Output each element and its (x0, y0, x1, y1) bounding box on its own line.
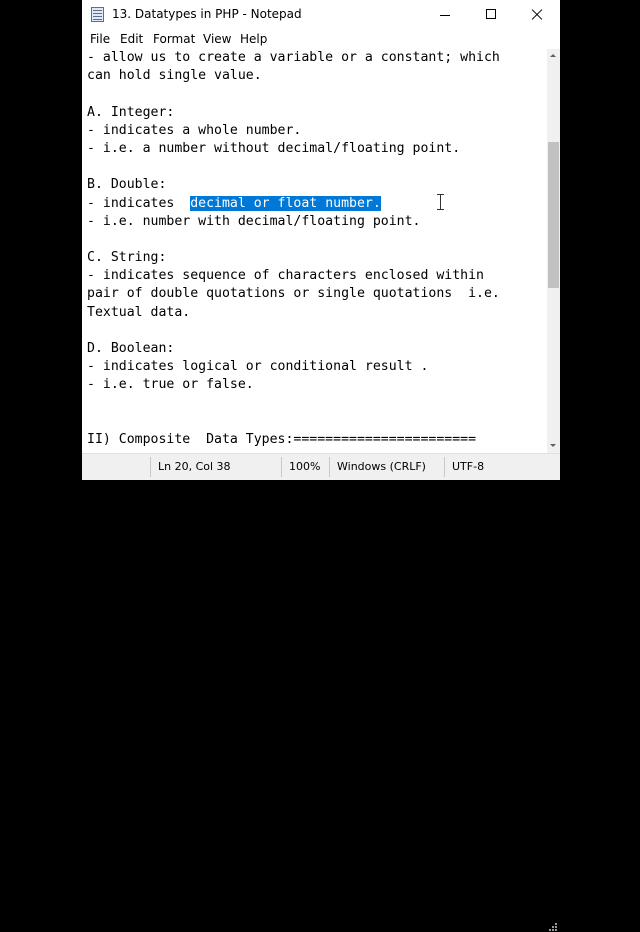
text-line (87, 395, 500, 413)
menu-help[interactable]: Help (240, 32, 267, 46)
text-line: A. Integer: (87, 104, 175, 120)
window-title: 13. Datatypes in PHP - Notepad (112, 7, 302, 21)
text-line: - allow us to create a variable or a con… (87, 50, 500, 65)
scrollbar-thumb[interactable] (548, 142, 559, 288)
menu-bar: File Edit Format View Help (82, 30, 560, 49)
menu-file[interactable]: File (90, 32, 110, 46)
status-divider (329, 457, 330, 477)
status-divider (281, 457, 282, 477)
text-line: Textual data. (87, 304, 191, 320)
text-line: - indicates sequence of characters enclo… (87, 268, 484, 284)
text-line (87, 158, 500, 176)
text-line: pair of double quotations or single quot… (87, 286, 500, 302)
ibeam-cursor-icon (437, 194, 444, 210)
text-line: - i.e. number with decimal/floating poin… (87, 213, 421, 229)
minimize-icon (440, 15, 450, 16)
resize-grip-icon[interactable] (546, 920, 558, 932)
maximize-button[interactable] (468, 0, 514, 30)
text-line-prefix: - indicates (87, 195, 191, 211)
encoding: UTF-8 (452, 460, 485, 473)
text-line (87, 85, 500, 103)
cursor-position: Ln 20, Col 38 (158, 460, 231, 473)
text-line (87, 322, 500, 340)
vertical-scrollbar[interactable] (547, 49, 560, 453)
zoom-level: 100% (289, 460, 321, 473)
maximize-icon (486, 9, 496, 19)
text-line (87, 413, 500, 431)
editor-text: - allow us to create a variable or a con… (87, 49, 500, 449)
text-line: B. Double: (87, 177, 167, 193)
menu-view[interactable]: View (203, 32, 231, 46)
selected-text[interactable]: decimal or float number. (190, 195, 381, 211)
notepad-icon (91, 7, 104, 22)
title-bar[interactable]: 13. Datatypes in PHP - Notepad (82, 0, 560, 30)
scroll-up-icon[interactable] (547, 49, 560, 62)
status-bar: Ln 20, Col 38 100% Windows (CRLF) UTF-8 (82, 454, 560, 931)
scroll-down-icon[interactable] (547, 440, 560, 453)
text-line: II) Composite Data Types:===============… (87, 431, 477, 447)
text-line (87, 231, 500, 249)
text-line: C. String: (87, 250, 167, 266)
text-line: - i.e. a number without decimal/floating… (87, 140, 461, 156)
minimize-button[interactable] (422, 0, 468, 30)
status-divider (150, 457, 151, 477)
notepad-window: 13. Datatypes in PHP - Notepad File Edit… (82, 0, 560, 931)
text-line: - indicates logical or conditional resul… (87, 359, 429, 375)
close-button[interactable] (514, 0, 560, 30)
text-line: - i.e. true or false. (87, 377, 254, 393)
line-ending: Windows (CRLF) (337, 460, 426, 473)
text-line: D. Boolean: (87, 341, 175, 356)
status-divider (444, 457, 445, 477)
menu-edit[interactable]: Edit (120, 32, 143, 46)
menu-format[interactable]: Format (153, 32, 195, 46)
text-editor[interactable]: - allow us to create a variable or a con… (82, 49, 547, 453)
text-line: can hold single value. (87, 68, 262, 84)
text-line: - indicates a whole number. (87, 122, 302, 138)
